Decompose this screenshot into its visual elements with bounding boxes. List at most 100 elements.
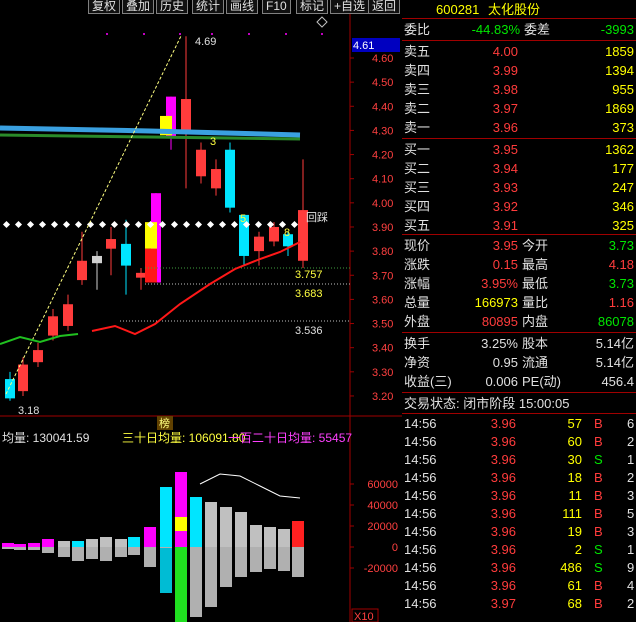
tick-row: 14:56 3.96 30 S 1 bbox=[402, 450, 636, 469]
fund-value: 3.25% bbox=[481, 336, 518, 351]
ask-label: 卖三 bbox=[404, 82, 431, 97]
marker-text: 榜 bbox=[159, 416, 170, 430]
support-dot bbox=[266, 220, 275, 229]
toolbar-button-5[interactable]: F10 bbox=[262, 0, 291, 14]
bid-label: 买四 bbox=[404, 199, 431, 214]
toolbar-button-2[interactable]: 历史 bbox=[156, 0, 189, 14]
tick-count: 1 bbox=[627, 542, 635, 557]
candle-body[interactable] bbox=[211, 169, 221, 189]
volume-bar-neg bbox=[86, 547, 98, 559]
candle-body[interactable] bbox=[48, 316, 58, 336]
fund-value: 0.95 bbox=[492, 355, 518, 370]
stat-value-2: 4.18 bbox=[608, 257, 634, 272]
tick-volume: 61 bbox=[567, 578, 582, 593]
toolbar-button-0[interactable]: 复权 bbox=[88, 0, 121, 14]
stat-value: 0.15 bbox=[492, 257, 518, 272]
stat-value: 3.95% bbox=[481, 276, 518, 291]
tick-count: 5 bbox=[627, 506, 635, 521]
kline-chart[interactable]: 4.60 4.50 4.40 4.30 4.20 4.10 4.00 3.90 3.80 3.70… bbox=[0, 14, 402, 622]
stat-label-2: 最低 bbox=[522, 276, 549, 291]
top-dot bbox=[179, 33, 181, 35]
tick-side: B bbox=[594, 416, 603, 431]
ask-price: 3.96 bbox=[492, 120, 518, 135]
tick-volume: 486 bbox=[560, 560, 582, 575]
volume-bar-green bbox=[175, 547, 187, 622]
tick-count: 1 bbox=[627, 452, 635, 467]
support-dot bbox=[206, 220, 215, 229]
ask-row: 卖一 3.96 373 bbox=[402, 118, 636, 137]
toolbar-button-6[interactable]: 标记 bbox=[296, 0, 329, 14]
candle-body[interactable] bbox=[196, 149, 206, 177]
stat-label-2: 今开 bbox=[522, 238, 549, 253]
tick-side: B bbox=[594, 524, 603, 539]
toolbar-button-4[interactable]: 画线 bbox=[226, 0, 259, 14]
candle-body[interactable] bbox=[63, 304, 73, 326]
ask-price: 3.99 bbox=[492, 63, 518, 78]
candle-body[interactable] bbox=[5, 379, 15, 399]
ma-green-line bbox=[0, 333, 79, 345]
support-dot bbox=[38, 220, 47, 229]
candle-body[interactable] bbox=[92, 255, 102, 264]
stat-label: 涨幅 bbox=[404, 276, 431, 291]
zoom-badge-text: 4.61 bbox=[353, 40, 374, 52]
candle-body[interactable] bbox=[33, 350, 43, 363]
candle-body[interactable] bbox=[18, 364, 28, 392]
toolbar-button-7[interactable]: +自选 bbox=[330, 0, 370, 14]
stat-value: 3.95 bbox=[492, 238, 518, 253]
volume-bar-neg bbox=[250, 547, 262, 572]
fund-value: 0.006 bbox=[485, 374, 518, 389]
candle-band-red bbox=[145, 248, 157, 283]
fund-row: 换手 3.25% 股本 5.14亿 bbox=[402, 334, 636, 353]
fund-value-2: 5.14亿 bbox=[595, 336, 634, 351]
price-tick-label: 4.20 bbox=[372, 150, 393, 162]
ask-price: 3.98 bbox=[492, 82, 518, 97]
fund-value-2: 456.4 bbox=[601, 374, 634, 389]
tick-price: 3.96 bbox=[490, 488, 516, 503]
candle-body[interactable] bbox=[254, 236, 264, 252]
stat-value-2: 3.73 bbox=[608, 238, 634, 253]
toolbar-button-8[interactable]: 返回 bbox=[368, 0, 401, 14]
ask-price: 4.00 bbox=[492, 44, 518, 59]
price-tick-label: 3.20 bbox=[372, 391, 393, 403]
price-tick-label: 3.50 bbox=[372, 319, 393, 331]
candle-body[interactable] bbox=[136, 272, 146, 278]
tick-side: B bbox=[594, 596, 603, 611]
bid-price: 3.95 bbox=[492, 142, 518, 157]
volume-bar-neg bbox=[128, 547, 140, 555]
support-dot bbox=[14, 220, 23, 229]
stat-value-2: 86078 bbox=[597, 314, 634, 329]
volume-bar-neg bbox=[264, 547, 276, 569]
volume-bar bbox=[100, 537, 112, 547]
stat-value-2: 3.73 bbox=[608, 276, 634, 291]
candle-body[interactable] bbox=[106, 239, 116, 249]
tick-volume: 68 bbox=[567, 596, 582, 611]
tick-side: B bbox=[594, 506, 603, 521]
ask-row: 卖四 3.99 1394 bbox=[402, 61, 636, 80]
candle-body[interactable] bbox=[181, 99, 191, 133]
ma-long-line-1 bbox=[0, 125, 301, 138]
stat-value: 80895 bbox=[481, 314, 518, 329]
top-dot bbox=[285, 33, 287, 35]
stat-value-2: 1.16 bbox=[608, 295, 634, 310]
diamond-icon[interactable] bbox=[316, 16, 328, 28]
annot-high: 4.69 bbox=[195, 36, 216, 48]
toolbar-button-1[interactable]: 叠加 bbox=[122, 0, 155, 14]
support-dot bbox=[182, 220, 191, 229]
toolbar-button-3[interactable]: 统计 bbox=[192, 0, 225, 14]
candle-body[interactable] bbox=[269, 226, 279, 242]
panel-separator bbox=[402, 40, 636, 41]
tick-count: 4 bbox=[627, 578, 635, 593]
top-dot bbox=[321, 33, 323, 35]
candle-body[interactable] bbox=[225, 149, 235, 208]
tick-row: 14:56 3.96 19 B 3 bbox=[402, 522, 636, 541]
tick-time: 14:56 bbox=[404, 416, 437, 431]
price-tick-label: 3.70 bbox=[372, 270, 393, 282]
support-dot bbox=[170, 220, 179, 229]
tick-price: 3.96 bbox=[490, 506, 516, 521]
tick-side: B bbox=[594, 488, 603, 503]
stat-row: 总量 166973 量比 1.16 bbox=[402, 293, 636, 312]
candle-body[interactable] bbox=[77, 260, 87, 281]
candle-body[interactable] bbox=[121, 243, 131, 266]
support-dot bbox=[74, 220, 83, 229]
stat-label: 现价 bbox=[404, 238, 431, 253]
